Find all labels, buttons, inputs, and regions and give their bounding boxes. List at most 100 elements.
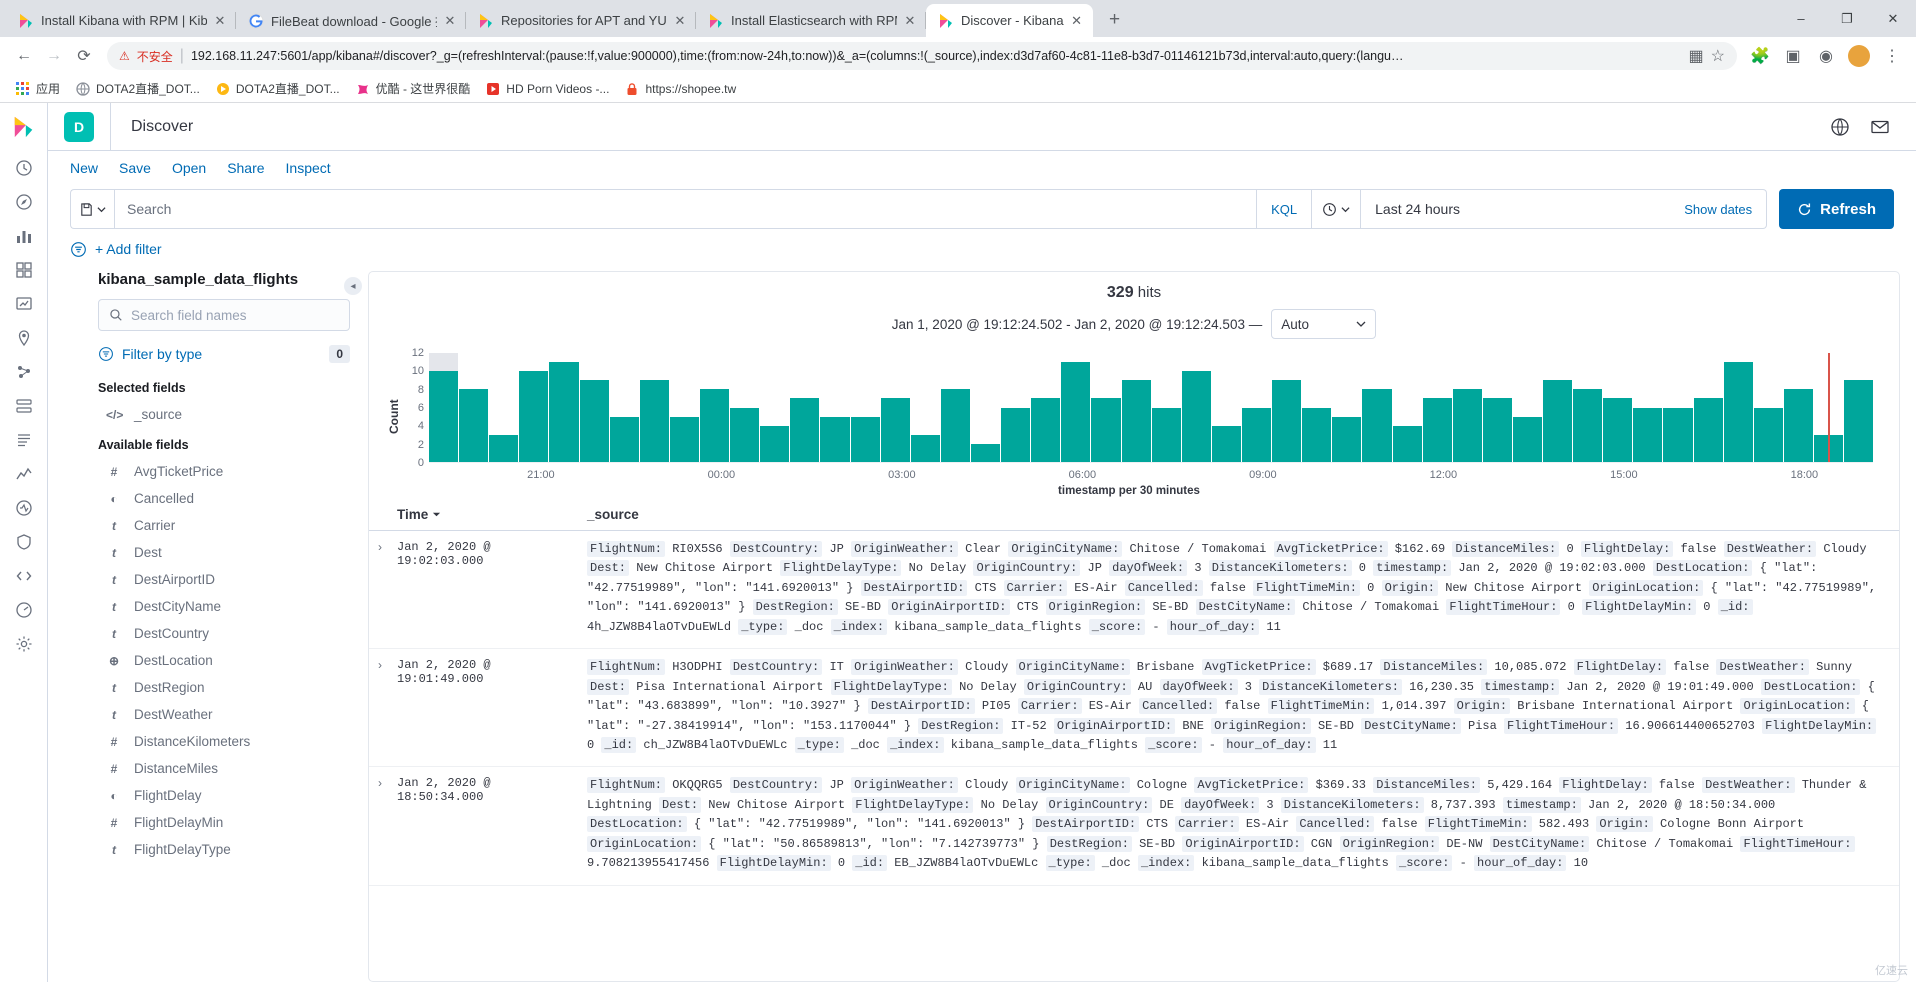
bookmark-item[interactable]: HD Porn Videos -... (478, 79, 617, 99)
histogram-bar[interactable] (1633, 407, 1663, 462)
histogram-bar[interactable] (489, 434, 519, 462)
histogram-bar-slot[interactable] (1302, 353, 1332, 462)
field-item[interactable]: # AvgTicketPrice (98, 458, 350, 485)
expand-row-icon[interactable]: › (369, 776, 397, 873)
sidebar-item-discover[interactable] (0, 185, 48, 219)
histogram-bar-slot[interactable] (1151, 353, 1181, 462)
browser-tab[interactable]: Install Kibana with RPM | Kiba ✕ (6, 4, 236, 37)
sidebar-item-maps[interactable] (0, 321, 48, 355)
histogram-bar-slot[interactable] (1723, 353, 1753, 462)
field-item[interactable]: t DestAirportID (98, 566, 350, 593)
histogram-bar[interactable] (1001, 407, 1031, 462)
histogram-bar[interactable] (790, 398, 820, 462)
field-item[interactable]: ⊕ DestLocation (98, 647, 350, 674)
show-dates-button[interactable]: Show dates (1670, 202, 1766, 217)
histogram-bar-slot[interactable] (1422, 353, 1452, 462)
add-filter-button[interactable]: + Add filter (95, 241, 162, 257)
histogram-bar-slot[interactable] (730, 353, 760, 462)
bookmark-apps[interactable]: 应用 (8, 77, 68, 100)
histogram-bar[interactable] (1272, 380, 1302, 462)
histogram-bar[interactable] (1392, 425, 1422, 462)
extension-icon[interactable]: 🧩 (1745, 41, 1775, 71)
bookmark-item[interactable]: DOTA2直播_DOT... (208, 77, 348, 100)
open-button[interactable]: Open (172, 160, 206, 176)
table-row[interactable]: › Jan 2, 2020 @ 18:50:34.000 FlightNum: OK… (369, 767, 1899, 886)
histogram-bar[interactable] (1061, 362, 1091, 462)
field-item[interactable]: # DistanceMiles (98, 755, 350, 782)
new-tab-button[interactable]: + (1101, 6, 1129, 34)
filter-by-type-row[interactable]: Filter by type 0 (98, 345, 350, 363)
close-icon[interactable]: ✕ (904, 13, 916, 29)
histogram-bar-slot[interactable] (880, 353, 910, 462)
sidebar-item-logs[interactable] (0, 423, 48, 457)
field-item[interactable]: ◐ Cancelled (98, 485, 350, 512)
histogram-bar[interactable] (1151, 407, 1181, 462)
histogram-bar-slot[interactable] (609, 353, 639, 462)
search-input[interactable] (115, 201, 1257, 217)
histogram-bar-slot[interactable] (1693, 353, 1723, 462)
save-button[interactable]: Save (119, 160, 151, 176)
mail-icon[interactable] (1860, 107, 1900, 147)
histogram-bar-slot[interactable] (850, 353, 880, 462)
inspect-button[interactable]: Inspect (286, 160, 331, 176)
histogram-bar[interactable] (1844, 380, 1874, 462)
histogram-bar[interactable] (970, 443, 1001, 462)
histogram-bar[interactable] (850, 416, 880, 462)
histogram-bar[interactable] (639, 380, 669, 462)
histogram-bar-slot[interactable] (1482, 353, 1512, 462)
histogram-bar-slot[interactable] (1844, 353, 1874, 462)
histogram-bar[interactable] (1241, 407, 1272, 462)
histogram-bar[interactable] (609, 416, 639, 462)
histogram-bar[interactable] (1693, 398, 1723, 462)
search-field-names-input[interactable] (131, 307, 339, 323)
histogram-bar-slot[interactable] (1211, 353, 1241, 462)
sidebar-item-siem[interactable] (0, 525, 48, 559)
browser-tab-active[interactable]: Discover - Kibana ✕ (926, 4, 1093, 37)
histogram-bar-slot[interactable] (1633, 353, 1663, 462)
histogram-bar[interactable] (669, 416, 699, 462)
histogram-bar[interactable] (910, 434, 940, 462)
browser-tab[interactable]: FileBeat download - Google 搜 ✕ (236, 4, 466, 37)
histogram-bar[interactable] (1422, 398, 1452, 462)
maximize-button[interactable]: ❐ (1824, 0, 1870, 37)
clock-icon[interactable] (1312, 190, 1362, 228)
translate-icon[interactable]: ▦ (1689, 46, 1704, 66)
close-icon[interactable]: ✕ (1071, 13, 1083, 29)
close-icon[interactable]: ✕ (444, 13, 456, 29)
minimize-button[interactable]: – (1778, 0, 1824, 37)
field-item[interactable]: t Dest (98, 539, 350, 566)
sidebar-item-dev-tools[interactable] (0, 559, 48, 593)
field-item[interactable]: # DistanceKilometers (98, 728, 350, 755)
histogram-bar-slot[interactable] (1091, 353, 1121, 462)
time-range-value[interactable]: Last 24 hours (1361, 201, 1670, 217)
histogram-bar[interactable] (549, 362, 579, 462)
histogram-bar-slot[interactable] (1031, 353, 1061, 462)
sidebar-item-uptime[interactable] (0, 491, 48, 525)
interval-select[interactable]: Auto (1271, 309, 1377, 339)
sidebar-item-recently-viewed[interactable] (0, 151, 48, 185)
extension3-icon[interactable]: ◉ (1811, 41, 1841, 71)
histogram-bar-slot[interactable] (549, 353, 579, 462)
histogram-bar[interactable] (820, 416, 850, 462)
field-item-source[interactable]: </> _source (98, 401, 350, 428)
sidebar-item-apm[interactable] (0, 457, 48, 491)
column-header-time[interactable]: Time (397, 507, 587, 522)
histogram-bar[interactable] (699, 389, 730, 462)
expand-row-icon[interactable]: › (369, 658, 397, 755)
histogram-bar-slot[interactable] (1452, 353, 1482, 462)
expand-row-icon[interactable]: › (369, 540, 397, 637)
collapse-sidebar-button[interactable]: ◂ (344, 277, 362, 295)
forward-icon[interactable]: → (39, 41, 69, 71)
elastic-logo[interactable] (0, 103, 48, 151)
avatar[interactable] (1844, 41, 1874, 71)
histogram-bar[interactable] (760, 425, 790, 462)
histogram-bar[interactable] (459, 389, 489, 462)
histogram-bar[interactable] (1663, 407, 1693, 462)
sidebar-item-management[interactable] (0, 627, 48, 661)
histogram-bar-slot[interactable] (910, 353, 940, 462)
field-item[interactable]: t DestRegion (98, 674, 350, 701)
histogram-bar-slot[interactable] (1573, 353, 1603, 462)
field-item[interactable]: t DestCountry (98, 620, 350, 647)
histogram-bar[interactable] (730, 407, 760, 462)
sidebar-item-canvas[interactable] (0, 287, 48, 321)
